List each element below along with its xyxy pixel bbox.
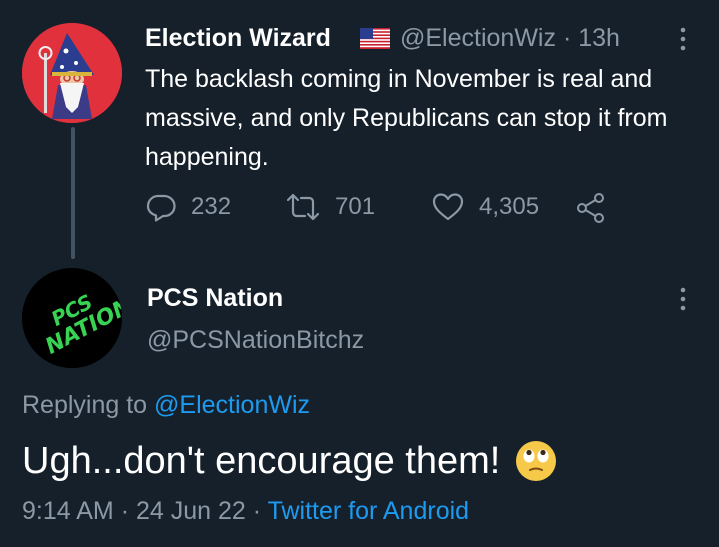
reply-text: Ugh...don't encourage them! <box>22 439 501 482</box>
replying-prefix: Replying to <box>22 391 148 419</box>
reply-icon <box>146 194 176 222</box>
us-flag-icon <box>360 28 390 49</box>
author-name[interactable]: PCS Nation <box>147 284 283 313</box>
reply-source[interactable]: Twitter for Android <box>268 497 469 525</box>
avatar[interactable]: PCS NATION <box>22 268 122 368</box>
pcs-nation-logo: PCS NATION <box>22 268 122 368</box>
like-icon <box>432 193 464 221</box>
author-name[interactable]: Election Wizard <box>145 24 331 53</box>
tweet-text: The backlash coming in November is real … <box>145 65 668 171</box>
more-icon[interactable] <box>676 26 690 52</box>
tweet-time[interactable]: 13h <box>578 24 620 52</box>
separator-dot: · <box>562 24 579 52</box>
rolling-eyes-emoji-icon <box>516 441 557 481</box>
retweet-button[interactable]: 701 <box>285 190 375 224</box>
reply-date[interactable]: 24 Jun 22 <box>136 497 246 525</box>
reply-button[interactable]: 232 <box>145 190 231 224</box>
reply-meta: 9:14 AM · 24 Jun 22 · Twitter for Androi… <box>22 497 469 526</box>
reply-text-row: Ugh...don't encourage them! <box>22 439 558 483</box>
separator-dot: · <box>252 497 268 525</box>
author-handle[interactable]: @PCSNationBitchz <box>147 326 364 355</box>
retweet-icon <box>286 193 320 221</box>
wizard-avatar-icon <box>22 23 122 123</box>
reply-time[interactable]: 9:14 AM <box>22 497 114 525</box>
thread-line <box>71 127 75 259</box>
author-handle[interactable]: @ElectionWiz <box>400 24 556 52</box>
reply-count: 232 <box>191 193 232 220</box>
separator-dot: · <box>120 497 136 525</box>
more-icon[interactable] <box>676 286 690 312</box>
avatar[interactable] <box>22 23 122 123</box>
share-button[interactable] <box>575 190 607 224</box>
share-icon <box>577 193 604 223</box>
like-button[interactable]: 4,305 <box>431 190 539 224</box>
author-handle-time[interactable]: @ElectionWiz · 13h <box>400 24 620 53</box>
retweet-count: 701 <box>335 193 376 220</box>
like-count: 4,305 <box>479 193 540 220</box>
replying-to-link[interactable]: @ElectionWiz <box>154 391 310 419</box>
replying-to: Replying to @ElectionWiz <box>22 391 310 420</box>
